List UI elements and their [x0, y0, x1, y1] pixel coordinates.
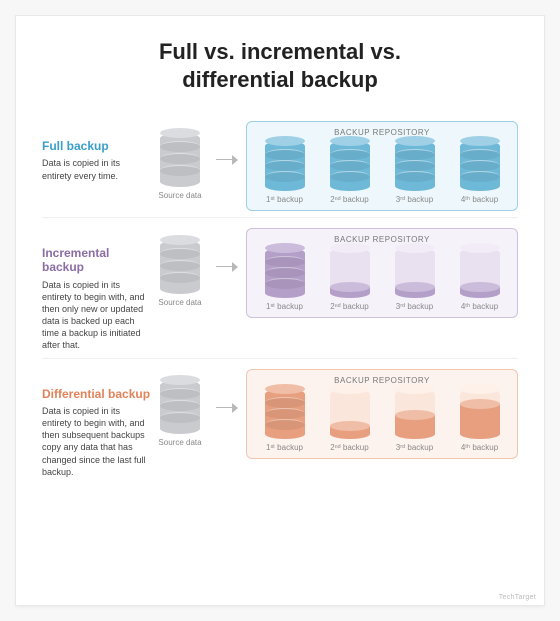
credit-right: TechTarget [499, 594, 536, 601]
backup-cylinder-icon [460, 141, 500, 191]
backup-label: 2ⁿᵈ backup [330, 195, 368, 204]
backup-cylinder-icon [460, 389, 500, 439]
source-label: Source data [158, 298, 201, 307]
backup-label: 3ʳᵈ backup [396, 443, 433, 452]
backup-cylinder-icon [395, 389, 435, 439]
source-cylinder-icon [160, 240, 200, 294]
backup-cylinder-icon [265, 248, 305, 298]
backup-label: 2ⁿᵈ backup [330, 302, 368, 311]
differential-text: Data is copied in its entirety to begin … [42, 405, 152, 478]
source-label: Source data [158, 438, 201, 447]
source-label: Source data [158, 191, 201, 200]
row-differential-backup: Differential backup Data is copied in it… [42, 358, 518, 484]
backup-cylinder-icon [265, 141, 305, 191]
backup-cylinder-icon [330, 389, 370, 439]
backup-cylinder-icon [265, 389, 305, 439]
full-description: Full backup Data is copied in its entire… [42, 121, 152, 182]
incremental-heading: Incremental backup [42, 246, 152, 275]
backup-label: 1ˢᵗ backup [266, 302, 303, 311]
backup-cylinder-icon [460, 248, 500, 298]
backup-label: 1ˢᵗ backup [266, 195, 303, 204]
full-heading: Full backup [42, 139, 152, 153]
backup-label: 1ˢᵗ backup [266, 443, 303, 452]
arrow-icon [216, 403, 238, 413]
incremental-text: Data is copied in its entirety to begin … [42, 279, 152, 352]
backup-label: 4ᵗʰ backup [461, 302, 498, 311]
full-text: Data is copied in its entirety every tim… [42, 157, 152, 181]
row-incremental-backup: Incremental backup Data is copied in its… [42, 217, 518, 358]
differential-repo-box: BACKUP REPOSITORY 1ˢᵗ backup 2ⁿᵈ backup … [246, 369, 518, 459]
backup-label: 2ⁿᵈ backup [330, 443, 368, 452]
backup-label: 4ᵗʰ backup [461, 443, 498, 452]
title-line-2: differential backup [182, 67, 378, 92]
backup-label: 3ʳᵈ backup [396, 302, 433, 311]
arrow-icon [216, 155, 238, 165]
differential-description: Differential backup Data is copied in it… [42, 369, 152, 478]
backup-cylinder-icon [395, 248, 435, 298]
backup-cylinder-icon [395, 141, 435, 191]
title-line-1: Full vs. incremental vs. [159, 39, 401, 64]
backup-label: 3ʳᵈ backup [396, 195, 433, 204]
backup-cylinder-icon [330, 141, 370, 191]
backup-cylinder-icon [330, 248, 370, 298]
repo-label: BACKUP REPOSITORY [255, 376, 509, 385]
source-cylinder-icon [160, 380, 200, 434]
diagram-title: Full vs. incremental vs. differential ba… [42, 38, 518, 93]
diagram-card: Full vs. incremental vs. differential ba… [16, 16, 544, 605]
full-repo-box: BACKUP REPOSITORY 1ˢᵗ backup 2ⁿᵈ backup … [246, 121, 518, 211]
backup-label: 4ᵗʰ backup [461, 195, 498, 204]
incremental-repo-box: BACKUP REPOSITORY 1ˢᵗ backup 2ⁿᵈ backup … [246, 228, 518, 318]
differential-heading: Differential backup [42, 387, 152, 401]
source-cylinder-icon [160, 133, 200, 187]
arrow-icon [216, 262, 238, 272]
incremental-description: Incremental backup Data is copied in its… [42, 228, 152, 352]
row-full-backup: Full backup Data is copied in its entire… [42, 111, 518, 217]
